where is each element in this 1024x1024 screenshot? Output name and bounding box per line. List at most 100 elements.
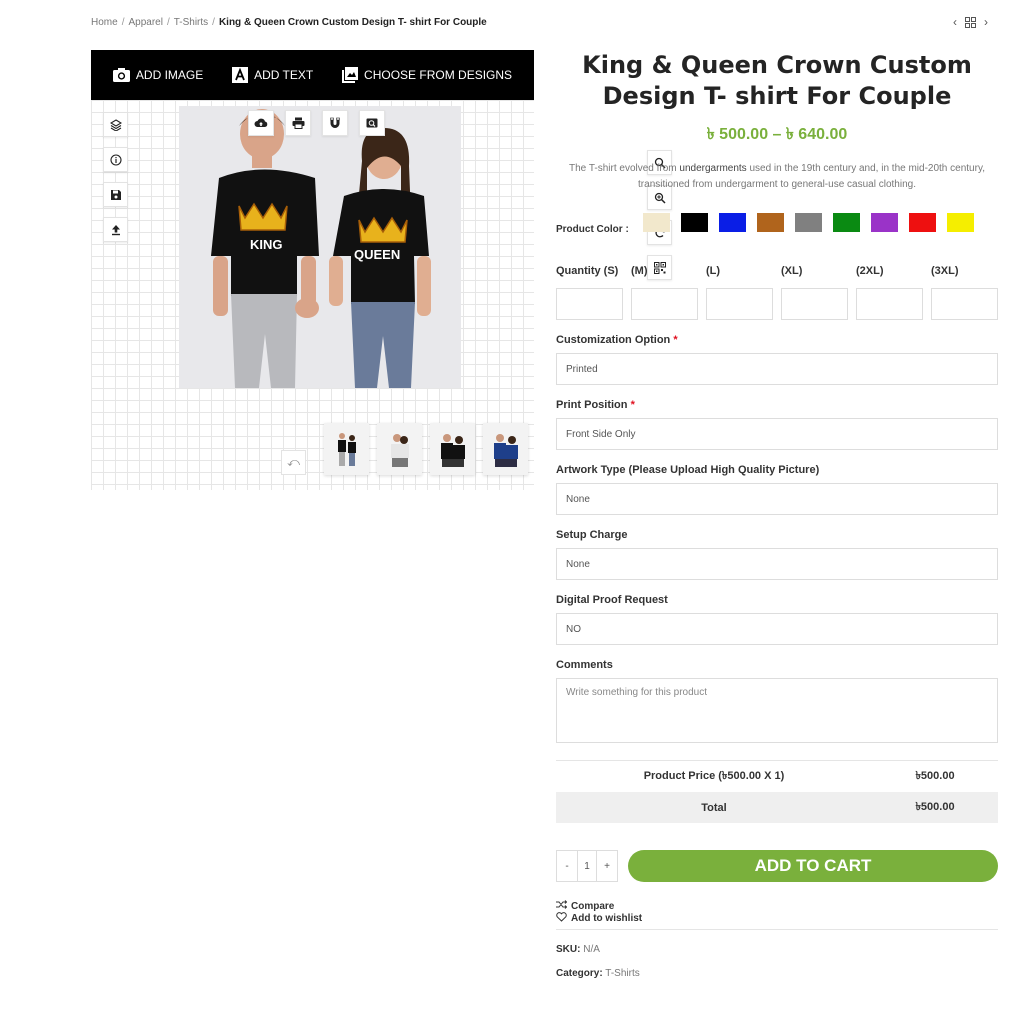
customization-field: Customization Option * Printed	[556, 334, 998, 385]
color-swatch-green[interactable]	[832, 213, 860, 232]
color-swatch-black[interactable]	[680, 213, 708, 232]
qty-label-l: (L)	[706, 265, 721, 277]
layers-icon[interactable]	[103, 112, 128, 137]
choose-designs-button[interactable]: CHOOSE FROM DESIGNS	[341, 67, 512, 83]
qty-input-m[interactable]	[631, 288, 698, 320]
print-icon[interactable]	[285, 110, 311, 136]
customization-label: Customization Option *	[556, 334, 678, 346]
description-text: The T-shirt evolved from	[569, 163, 680, 174]
print-position-label: Print Position *	[556, 399, 635, 411]
add-to-cart-button[interactable]: ADD TO CART	[628, 850, 998, 882]
color-swatch-blue[interactable]	[718, 213, 746, 232]
breadcrumb-current: King & Queen Crown Custom Design T- shir…	[218, 17, 487, 28]
page-title: King & Queen Crown Custom Design T- shir…	[582, 51, 972, 110]
qty-input-3xl[interactable]	[931, 288, 998, 320]
thumbnail-couple-black[interactable]	[430, 423, 475, 475]
price-range: ৳ 500.00 – ৳ 640.00	[706, 126, 848, 143]
wishlist-link[interactable]: Add to wishlist	[556, 912, 998, 925]
thumbnail-couple-front[interactable]	[324, 423, 369, 475]
text-icon	[231, 67, 248, 83]
setup-charge-label: Setup Charge	[556, 529, 628, 541]
comments-field: Comments	[556, 659, 998, 748]
digital-proof-select[interactable]: NO	[556, 613, 998, 645]
magnet-icon[interactable]	[322, 110, 348, 136]
qty-input-xl[interactable]	[781, 288, 848, 320]
total-value: ৳500.00	[915, 801, 955, 813]
cloud-upload-icon[interactable]	[248, 110, 274, 136]
add-image-button[interactable]: ADD IMAGE	[112, 68, 204, 83]
breadcrumb-home[interactable]: Home	[91, 17, 118, 28]
breadcrumb-tshirts[interactable]: T-Shirts	[174, 17, 208, 28]
add-to-cart-row: - 1 + ADD TO CART	[556, 850, 998, 882]
product-price-value: ৳500.00	[915, 770, 955, 782]
prev-product-icon[interactable]: ‹	[953, 15, 957, 29]
print-position-field: Print Position * Front Side Only	[556, 399, 998, 450]
next-product-icon[interactable]: ›	[984, 15, 988, 29]
compare-link[interactable]: Compare	[556, 900, 998, 912]
upload-icon[interactable]	[103, 217, 128, 242]
qty-label-s: Quantity (S)	[556, 265, 619, 277]
product-price-row: Product Price (৳500.00 X 1) ৳500.00	[556, 761, 998, 792]
king-print-text: KING	[250, 237, 283, 252]
digital-proof-field: Digital Proof Request NO	[556, 594, 998, 645]
total-label: Total	[701, 801, 727, 814]
save-icon[interactable]	[103, 182, 128, 207]
decrease-quantity-button[interactable]: -	[557, 851, 577, 881]
breadcrumb: Home / Apparel / T-Shirts / King & Queen Crown…	[91, 17, 487, 28]
print-position-select[interactable]: Front Side Only	[556, 418, 998, 450]
designer-toolbar: ADD IMAGE ADD TEXT CHOOSE FROM DESIGNS	[91, 50, 534, 100]
qty-input-l[interactable]	[706, 288, 773, 320]
category-label: Category:	[556, 968, 603, 979]
qty-input-s[interactable]	[556, 288, 623, 320]
increase-quantity-button[interactable]: +	[597, 851, 617, 881]
description-highlight: undergarments	[679, 163, 747, 174]
view-thumbnails: ⤺	[281, 423, 528, 475]
setup-charge-select[interactable]: None	[556, 548, 998, 580]
design-canvas[interactable]: KING QUEEN ⤺	[91, 100, 672, 490]
quantity-input[interactable]: 1	[577, 851, 597, 881]
color-swatch-yellow[interactable]	[946, 213, 974, 232]
product-image[interactable]: KING QUEEN	[179, 106, 461, 388]
gallery-icon	[341, 67, 358, 83]
thumbnail-couple-close[interactable]	[377, 423, 422, 475]
image-toolbar	[248, 110, 385, 136]
info-icon[interactable]	[103, 147, 128, 172]
qty-input-2xl[interactable]	[856, 288, 923, 320]
setup-charge-field: Setup Charge None	[556, 529, 998, 580]
color-swatch-red[interactable]	[908, 213, 936, 232]
camera-icon	[112, 68, 130, 83]
add-image-label: ADD IMAGE	[135, 68, 204, 82]
artwork-type-field: Artwork Type (Please Upload High Quality…	[556, 464, 998, 515]
thumbnail-couple-blue[interactable]	[483, 423, 528, 475]
breadcrumb-separator: /	[121, 17, 125, 28]
customization-select[interactable]: Printed	[556, 353, 998, 385]
artwork-type-select[interactable]: None	[556, 483, 998, 515]
artwork-type-label: Artwork Type (Please Upload High Quality…	[556, 464, 820, 476]
queen-print-text: QUEEN	[354, 247, 400, 262]
sku-info: SKU: N/A	[556, 944, 998, 955]
undo-icon[interactable]: ⤺	[281, 450, 306, 475]
add-text-button[interactable]: ADD TEXT	[231, 67, 314, 83]
add-text-label: ADD TEXT	[254, 68, 314, 82]
sku-label: SKU:	[556, 944, 581, 955]
product-designer: ADD IMAGE ADD TEXT CHOOSE FROM DESIGNS K…	[91, 50, 672, 490]
back-to-shop-grid-icon[interactable]	[965, 17, 976, 28]
color-swatch-brown[interactable]	[756, 213, 784, 232]
quantity-stepper: - 1 +	[556, 850, 618, 882]
comments-textarea[interactable]	[556, 678, 998, 743]
qty-label-xl: (XL)	[781, 265, 803, 277]
comments-label: Comments	[556, 659, 613, 671]
color-label: Product Color :	[556, 224, 629, 235]
product-summary: King & Queen Crown Custom Design T- shir…	[556, 50, 998, 979]
color-swatch-cream[interactable]	[642, 213, 670, 232]
breadcrumb-apparel[interactable]: Apparel	[128, 17, 162, 28]
color-swatch-gray[interactable]	[794, 213, 822, 232]
shuffle-icon	[556, 900, 568, 912]
category-info: Category: T-Shirts	[556, 968, 998, 979]
divider	[556, 929, 998, 930]
color-swatch-purple[interactable]	[870, 213, 898, 232]
preview-icon[interactable]	[359, 110, 385, 136]
category-link[interactable]: T-Shirts	[605, 968, 639, 979]
product-actions: Compare Add to wishlist	[556, 900, 998, 925]
color-swatches	[642, 213, 974, 232]
